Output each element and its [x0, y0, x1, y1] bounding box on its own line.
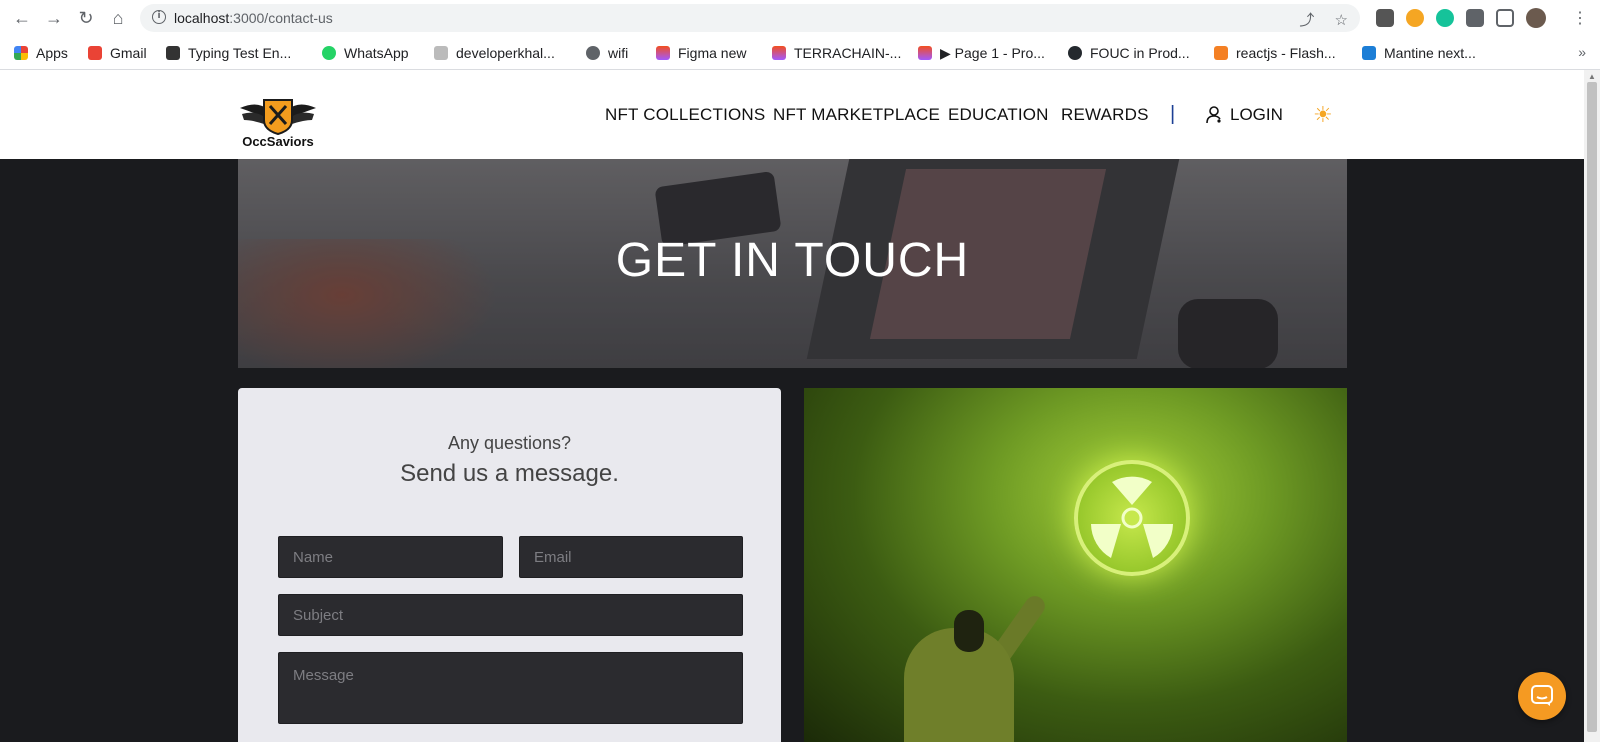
bookmark-label: reactjs - Flash... — [1236, 45, 1336, 61]
extension-icon[interactable] — [1376, 9, 1394, 27]
page-scrollbar[interactable]: ▲ — [1584, 70, 1600, 742]
extension-g-icon[interactable] — [1406, 9, 1424, 27]
page-title: GET IN TOUCH — [615, 234, 970, 287]
scroll-thumb[interactable] — [1587, 82, 1597, 732]
typing-test-icon — [166, 46, 180, 60]
email-input[interactable] — [519, 536, 743, 578]
bookmark-wifi[interactable]: wifi — [586, 44, 628, 62]
bookmark-apps[interactable]: Apps — [14, 44, 68, 62]
bookmark-label: TERRACHAIN-... — [794, 45, 902, 61]
developer-icon — [434, 46, 448, 60]
react-icon — [1362, 46, 1376, 60]
logo-text[interactable]: OccSaviors — [240, 134, 316, 149]
nav-education[interactable]: EDUCATION — [948, 105, 1049, 125]
nav-nft-marketplace[interactable]: NFT MARKETPLACE — [773, 105, 940, 125]
bookmark-label: ▶ Page 1 - Pro... — [940, 44, 1045, 61]
sun-theme-toggle-icon[interactable]: ☀ — [1313, 102, 1333, 128]
name-input[interactable] — [278, 536, 503, 578]
bookmark-whatsapp[interactable]: WhatsApp — [322, 44, 409, 62]
bookmark-label: Apps — [36, 45, 68, 61]
figma-icon — [772, 46, 786, 60]
figma-icon — [918, 46, 932, 60]
nav-nft-collections[interactable]: NFT COLLECTIONS — [605, 105, 765, 125]
bookmarks-overflow-icon[interactable]: » — [1578, 44, 1586, 60]
address-bar[interactable]: i localhost:3000/contact-us ⤴ ☆ — [140, 4, 1360, 32]
back-arrow-icon[interactable]: ← — [12, 8, 32, 28]
browser-menu-icon[interactable]: ⋮ — [1572, 8, 1588, 28]
nav-rewards[interactable]: REWARDS — [1061, 105, 1149, 125]
bookmark-gmail[interactable]: Gmail — [88, 44, 147, 62]
bookmark-mantine[interactable]: Mantine next... — [1362, 44, 1476, 62]
bookmark-label: Figma new — [678, 45, 747, 61]
bookmark-fouc[interactable]: FOUC in Prod... — [1068, 44, 1190, 62]
form-subheading: Any questions? — [447, 433, 572, 453]
user-icon — [1206, 106, 1221, 124]
hazmat-illustration — [804, 388, 1347, 742]
url-path: :3000/contact-us — [229, 10, 333, 26]
puzzle-extensions-icon[interactable] — [1466, 9, 1484, 27]
browser-toolbar: ← → ↻ ⌂ i localhost:3000/contact-us ⤴ ☆ … — [0, 0, 1600, 36]
bookmark-star-icon[interactable]: ☆ — [1335, 12, 1348, 29]
login-link[interactable]: LOGIN — [1206, 105, 1283, 125]
nav-divider: | — [1170, 103, 1176, 125]
chat-launcher-button[interactable] — [1518, 672, 1566, 720]
message-textarea[interactable] — [278, 652, 743, 724]
subject-input[interactable] — [278, 594, 743, 636]
bookmark-page1[interactable]: ▶ Page 1 - Pro... — [918, 44, 1045, 62]
bookmark-label: WhatsApp — [344, 45, 409, 61]
profile-avatar[interactable] — [1526, 8, 1546, 28]
gas-mask-head — [954, 610, 984, 652]
site-info-icon[interactable]: i — [152, 10, 166, 24]
bookmark-figma-new[interactable]: Figma new — [656, 44, 746, 62]
radiation-trefoil-icon — [1091, 476, 1173, 558]
home-icon[interactable]: ⌂ — [108, 8, 128, 28]
side-panel-icon[interactable] — [1496, 9, 1514, 27]
bookmark-typing-test[interactable]: Typing Test En... — [166, 44, 291, 62]
contact-form-card: Any questions? Send us a message. — [238, 388, 781, 742]
bookmark-label: wifi — [608, 45, 629, 61]
whatsapp-icon — [322, 46, 336, 60]
reload-icon[interactable]: ↻ — [76, 8, 96, 28]
form-heading: Send us a message. — [400, 460, 619, 487]
grammarly-icon[interactable] — [1436, 9, 1454, 27]
github-icon — [1068, 46, 1082, 60]
figma-icon — [656, 46, 670, 60]
bookmark-label: Gmail — [110, 45, 147, 61]
globe-icon — [586, 46, 600, 60]
url-host: localhost — [174, 10, 230, 26]
login-label: LOGIN — [1230, 105, 1283, 124]
gmail-icon — [88, 46, 102, 60]
bookmark-label: Mantine next... — [1384, 45, 1476, 61]
chat-icon — [1531, 685, 1553, 706]
site-header: OccSaviors NFT COLLECTIONS NFT MARKETPLA… — [0, 70, 1584, 159]
scroll-up-arrow-icon[interactable]: ▲ — [1588, 72, 1596, 81]
bookmark-label: FOUC in Prod... — [1090, 45, 1190, 61]
bookmark-reactjs[interactable]: reactjs - Flash... — [1214, 44, 1336, 62]
stackoverflow-icon — [1214, 46, 1228, 60]
url-text[interactable]: localhost:3000/contact-us — [174, 10, 333, 26]
apps-grid-icon — [14, 46, 28, 60]
bookmarks-bar: Apps Gmail Typing Test En... WhatsApp de… — [0, 36, 1600, 70]
bookmark-label: Typing Test En... — [188, 45, 292, 61]
hero-banner: GET IN TOUCH — [238, 159, 1347, 368]
bookmark-label: developerkhal... — [456, 45, 555, 61]
share-icon[interactable]: ⤴ — [1299, 12, 1314, 29]
forward-arrow-icon[interactable]: → — [44, 8, 64, 28]
bookmark-developerkhal[interactable]: developerkhal... — [434, 44, 555, 62]
bookmark-terrachain[interactable]: TERRACHAIN-... — [772, 44, 901, 62]
